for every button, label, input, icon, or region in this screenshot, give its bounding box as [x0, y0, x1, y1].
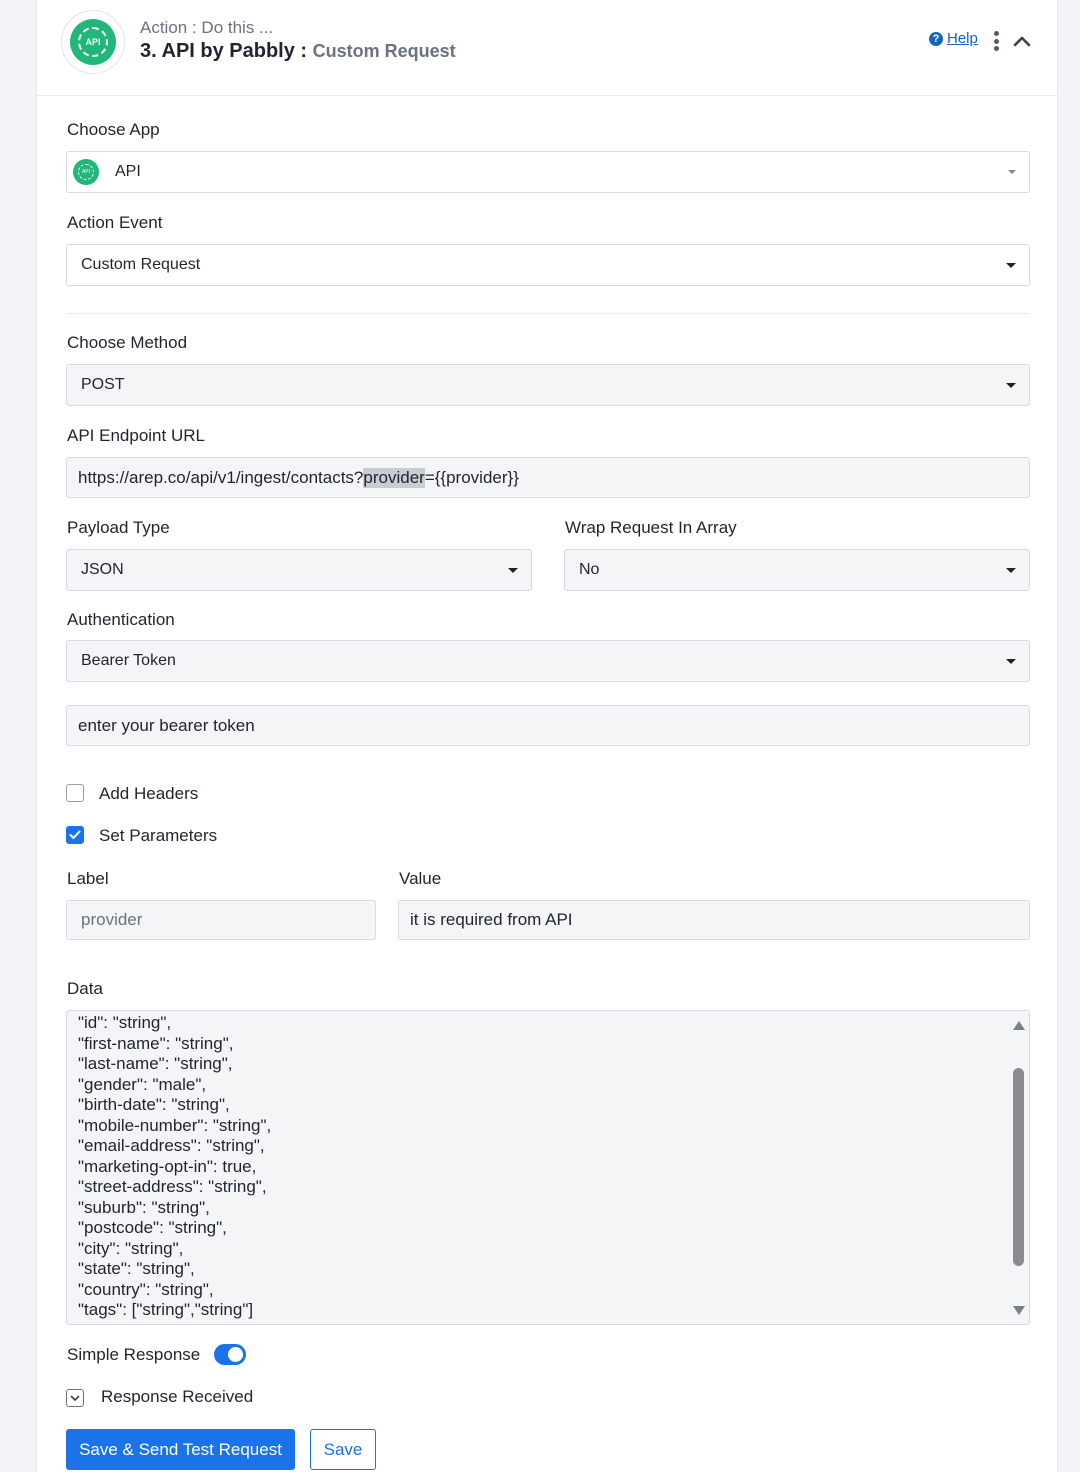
- param-value-header: Value: [399, 869, 442, 888]
- action-event-value: Custom Request: [81, 256, 201, 273]
- api-gear-icon: API: [70, 19, 116, 65]
- authentication-label: Authentication: [67, 610, 175, 629]
- param-label-value: provider: [81, 910, 143, 929]
- wrap-request-label: Wrap Request In Array: [565, 518, 737, 537]
- chevron-up-icon[interactable]: [1011, 30, 1033, 52]
- payload-type-label: Payload Type: [67, 518, 170, 537]
- action-event-label: Action Event: [67, 213, 163, 232]
- add-headers-checkbox[interactable]: [66, 784, 84, 802]
- check-icon: [69, 830, 81, 839]
- simple-response-toggle[interactable]: [214, 1344, 246, 1365]
- param-value-input[interactable]: it is required from API: [398, 900, 1030, 940]
- caret-down-icon: [508, 568, 518, 573]
- save-button[interactable]: Save: [310, 1429, 376, 1470]
- endpoint-url-label: API Endpoint URL: [67, 426, 205, 445]
- scroll-up-arrow-icon[interactable]: [1013, 1021, 1025, 1030]
- step-header: API Action : Do this ... 3. API by Pabbl…: [37, 0, 1059, 96]
- choose-method-label: Choose Method: [67, 333, 188, 352]
- caret-down-icon: [1006, 659, 1016, 664]
- payload-type-select[interactable]: JSON: [66, 549, 532, 591]
- step-title: 3. API by Pabbly : Custom Request: [140, 40, 456, 63]
- app-logo: API: [61, 10, 125, 74]
- bearer-token-placeholder: enter your bearer token: [78, 715, 255, 735]
- set-parameters-label: Set Parameters: [99, 826, 218, 845]
- response-received-toggle[interactable]: [66, 1389, 84, 1407]
- chevron-down-icon: [70, 1395, 80, 1401]
- set-parameters-checkbox[interactable]: [66, 826, 84, 844]
- data-label: Data: [67, 979, 103, 998]
- choose-method-select[interactable]: POST: [66, 364, 1030, 406]
- endpoint-url-highlight: provider: [363, 467, 425, 488]
- question-circle-icon: ?: [929, 31, 943, 46]
- api-app-icon: API: [73, 159, 99, 185]
- caret-down-icon: [1008, 170, 1016, 174]
- choose-method-value: POST: [81, 376, 125, 393]
- param-label-header: Label: [67, 869, 109, 888]
- response-received-label: Response Received: [101, 1387, 254, 1406]
- authentication-select[interactable]: Bearer Token: [66, 640, 1030, 682]
- more-options-icon[interactable]: [990, 31, 1002, 51]
- param-label-input[interactable]: provider: [66, 900, 376, 940]
- choose-app-label: Choose App: [67, 120, 160, 139]
- wrap-request-select[interactable]: No: [564, 549, 1030, 591]
- bearer-token-input[interactable]: enter your bearer token: [66, 705, 1030, 746]
- action-step-card: API Action : Do this ... 3. API by Pabbl…: [36, 0, 1059, 1472]
- scroll-down-arrow-icon[interactable]: [1013, 1306, 1025, 1315]
- wrap-request-value: No: [579, 561, 600, 578]
- api-logo-text: API: [78, 27, 108, 57]
- step-title-event: Custom Request: [312, 41, 456, 61]
- caret-down-icon: [1006, 383, 1016, 388]
- help-link-label: Help: [947, 30, 978, 47]
- step-title-app: 3. API by Pabbly :: [140, 40, 308, 62]
- endpoint-url-suffix: ={{provider}}: [424, 467, 519, 487]
- caret-down-icon: [1006, 263, 1016, 268]
- action-event-select[interactable]: Custom Request: [66, 244, 1030, 286]
- simple-response-label: Simple Response: [67, 1345, 201, 1364]
- param-value-value: it is required from API: [410, 910, 573, 929]
- choose-app-value: API: [115, 163, 141, 180]
- caret-down-icon: [1006, 568, 1016, 573]
- help-link[interactable]: ? Help: [929, 30, 978, 47]
- section-divider: [66, 313, 1030, 314]
- data-scrollbar[interactable]: [1009, 1011, 1029, 1324]
- save-send-test-button[interactable]: Save & Send Test Request: [66, 1429, 295, 1470]
- payload-type-value: JSON: [81, 561, 124, 578]
- authentication-value: Bearer Token: [81, 652, 176, 669]
- endpoint-url-input[interactable]: https://arep.co/api/v1/ingest/contacts? p…: [66, 457, 1030, 498]
- choose-app-select[interactable]: API API: [66, 151, 1030, 193]
- scroll-thumb[interactable]: [1013, 1068, 1024, 1266]
- endpoint-url-prefix: https://arep.co/api/v1/ingest/contacts?: [78, 467, 364, 487]
- data-json-content: "id": "string", "first-name": "string", …: [78, 1013, 272, 1319]
- data-textarea[interactable]: "id": "string", "first-name": "string", …: [66, 1010, 1030, 1325]
- add-headers-label: Add Headers: [99, 784, 199, 803]
- step-subtitle: Action : Do this ...: [140, 18, 274, 37]
